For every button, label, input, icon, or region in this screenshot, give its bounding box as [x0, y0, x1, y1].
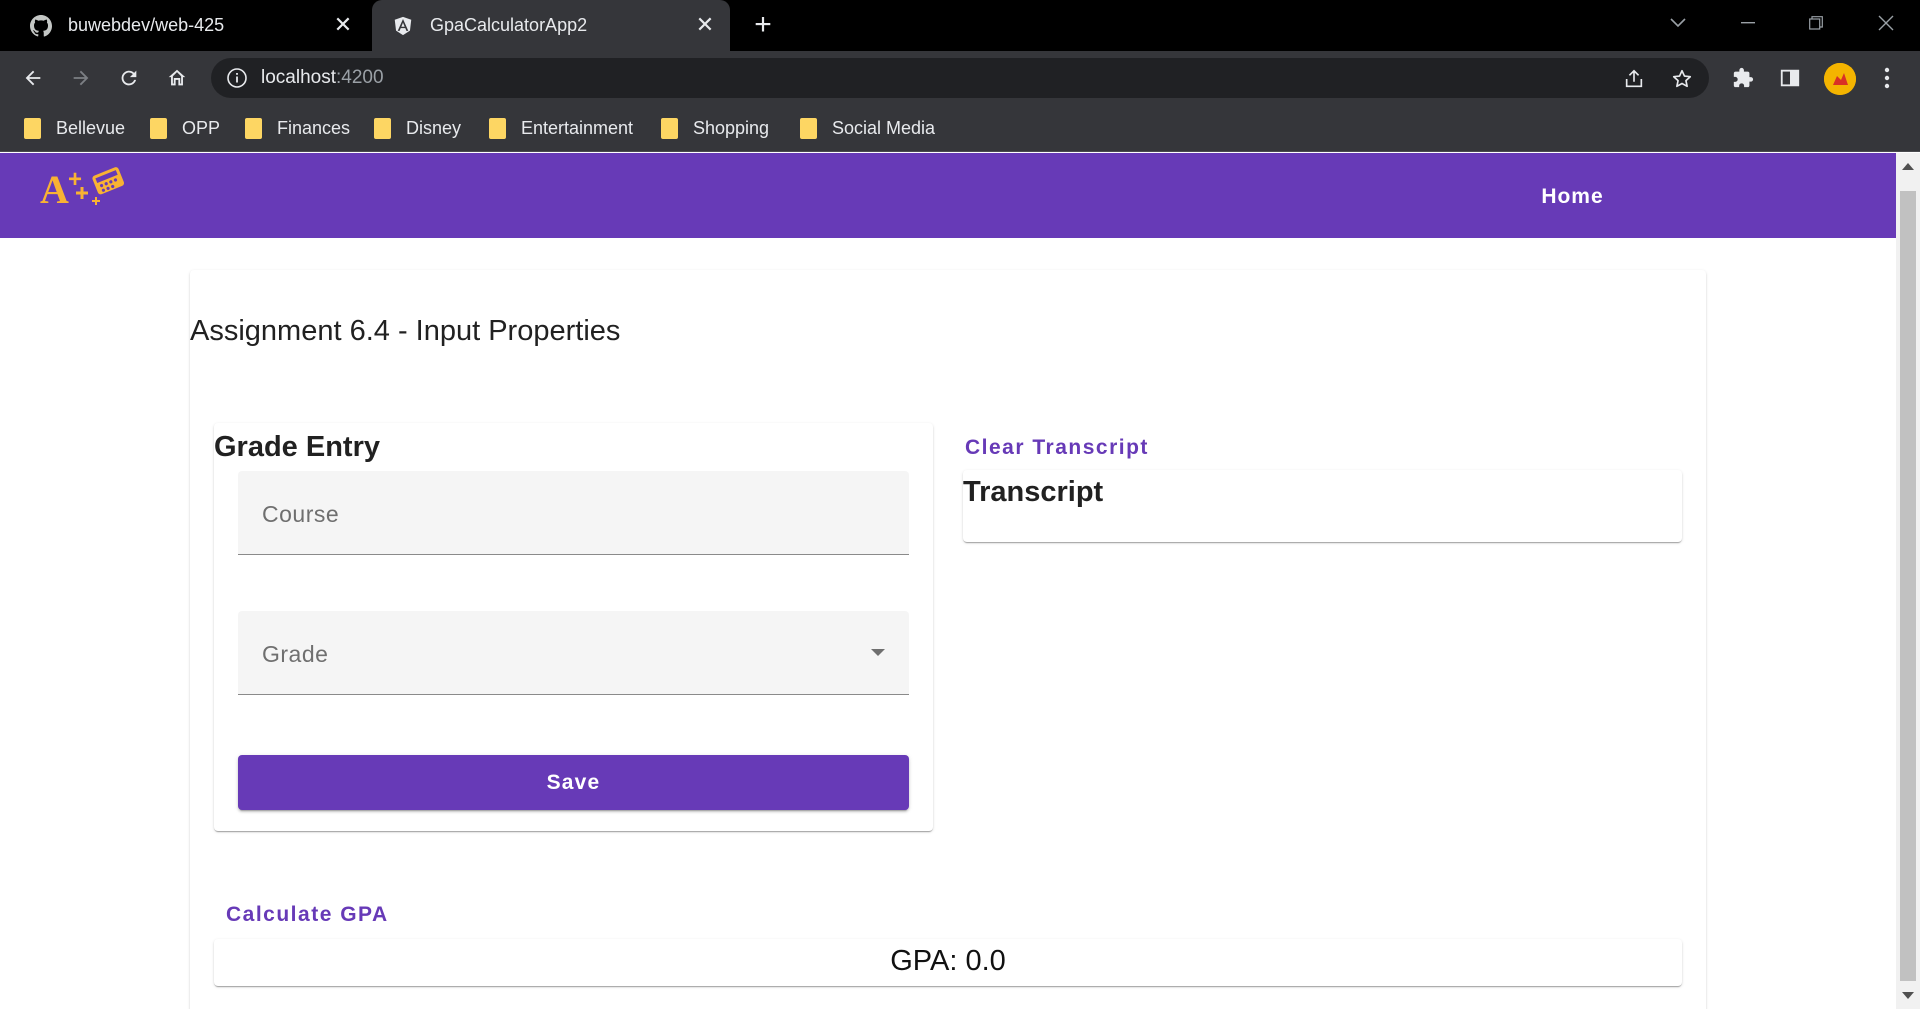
- tab-github[interactable]: buwebdev/web-425 ✕: [18, 0, 368, 51]
- forward-icon[interactable]: [64, 61, 98, 95]
- course-placeholder: Course: [262, 501, 340, 527]
- restore-icon[interactable]: [1798, 8, 1834, 38]
- course-input[interactable]: Course: [238, 471, 909, 555]
- bookmark-label: Disney: [406, 117, 462, 138]
- app-toolbar: A + Home: [0, 153, 1896, 238]
- tab-title: GpaCalculatorApp2: [430, 15, 588, 35]
- bookmark-label: OPP: [182, 117, 221, 138]
- close-tab-icon[interactable]: ✕: [692, 12, 718, 38]
- transcript-title: Transcript: [963, 476, 1104, 508]
- folder-icon: [150, 117, 167, 139]
- bookmark-label: Social Media: [832, 117, 936, 138]
- share-icon[interactable]: [1621, 66, 1647, 92]
- url-text: localhost:4200: [261, 67, 384, 89]
- svg-text:+: +: [68, 166, 82, 193]
- folder-icon: [374, 117, 391, 139]
- folder-icon: [800, 117, 817, 139]
- transcript-card: Transcript: [963, 470, 1682, 542]
- grade-entry-title: Grade Entry: [214, 431, 380, 463]
- nav-home-button[interactable]: Home: [1520, 179, 1625, 215]
- bookmark-label: Entertainment: [521, 117, 634, 138]
- folder-icon: [661, 117, 678, 139]
- menu-kebab-icon[interactable]: [1870, 61, 1904, 95]
- home-icon[interactable]: [160, 61, 194, 95]
- tab-search-icon[interactable]: [1660, 8, 1696, 38]
- bookmark-label: Shopping: [693, 117, 770, 138]
- gpa-value: GPA: 0.0: [890, 945, 1006, 977]
- scroll-down-icon[interactable]: [1902, 992, 1914, 999]
- url-port: :4200: [336, 67, 384, 88]
- grade-placeholder: Grade: [262, 641, 329, 667]
- main-card: Assignment 6.4 - Input Properties Grade …: [190, 270, 1706, 1009]
- bookmark-folder[interactable]: OPP: [150, 115, 220, 141]
- address-bar[interactable]: localhost:4200: [211, 58, 1709, 98]
- browser-toolbar: localhost:4200: [0, 51, 1920, 104]
- back-icon[interactable]: [16, 61, 50, 95]
- side-panel-icon[interactable]: [1773, 61, 1807, 95]
- site-info-icon[interactable]: [226, 67, 248, 89]
- page-scrollbar[interactable]: [1896, 153, 1920, 1009]
- url-host: localhost: [261, 67, 336, 88]
- tab-title: buwebdev/web-425: [68, 15, 225, 35]
- bookmark-folder[interactable]: Shopping: [661, 115, 769, 141]
- angular-icon: [390, 13, 416, 39]
- close-tab-icon[interactable]: ✕: [330, 12, 356, 38]
- bookmark-star-icon[interactable]: [1669, 66, 1695, 92]
- bookmark-folder[interactable]: Finances: [245, 115, 350, 141]
- calculate-gpa-button[interactable]: Calculate GPA: [226, 897, 389, 933]
- scroll-up-icon[interactable]: [1902, 163, 1914, 170]
- folder-icon: [489, 117, 506, 139]
- folder-icon: [245, 117, 262, 139]
- profile-avatar[interactable]: [1824, 63, 1856, 95]
- gpa-card: GPA: 0.0: [214, 939, 1682, 986]
- new-tab-button[interactable]: +: [748, 10, 778, 41]
- grade-entry-card: Grade Entry Course Grade Save: [214, 423, 933, 831]
- scrollbar-thumb[interactable]: [1900, 191, 1916, 981]
- page-title: Assignment 6.4 - Input Properties: [190, 315, 621, 347]
- save-button[interactable]: Save: [238, 755, 909, 810]
- folder-icon: [24, 117, 41, 139]
- app-logo[interactable]: A +: [40, 163, 132, 212]
- page-viewport: A + Home Assignment 6.4 - Input Properti…: [0, 153, 1896, 1009]
- bookmark-folder[interactable]: Social Media: [800, 115, 935, 141]
- minimize-icon[interactable]: [1730, 8, 1766, 38]
- bookmark-folder[interactable]: Disney: [374, 115, 461, 141]
- github-icon: [28, 13, 54, 39]
- bookmarks-bar: Bellevue OPP Finances Disney Entertainme…: [0, 104, 1920, 152]
- tab-gpa-calculator[interactable]: GpaCalculatorApp2 ✕: [372, 0, 730, 51]
- browser-tabstrip: buwebdev/web-425 ✕ GpaCalculatorApp2 ✕ +: [0, 0, 1920, 51]
- bookmark-label: Finances: [277, 117, 351, 138]
- bookmark-folder[interactable]: Entertainment: [489, 115, 633, 141]
- svg-text:A: A: [40, 167, 69, 211]
- reload-icon[interactable]: [112, 61, 146, 95]
- extensions-icon[interactable]: [1726, 61, 1760, 95]
- bookmark-folder[interactable]: Bellevue: [24, 115, 125, 141]
- clear-transcript-button[interactable]: Clear Transcript: [965, 430, 1149, 466]
- grade-select[interactable]: Grade: [238, 611, 909, 695]
- bookmark-label: Bellevue: [56, 117, 126, 138]
- close-window-icon[interactable]: [1868, 8, 1904, 38]
- dropdown-arrow-icon: [871, 649, 885, 656]
